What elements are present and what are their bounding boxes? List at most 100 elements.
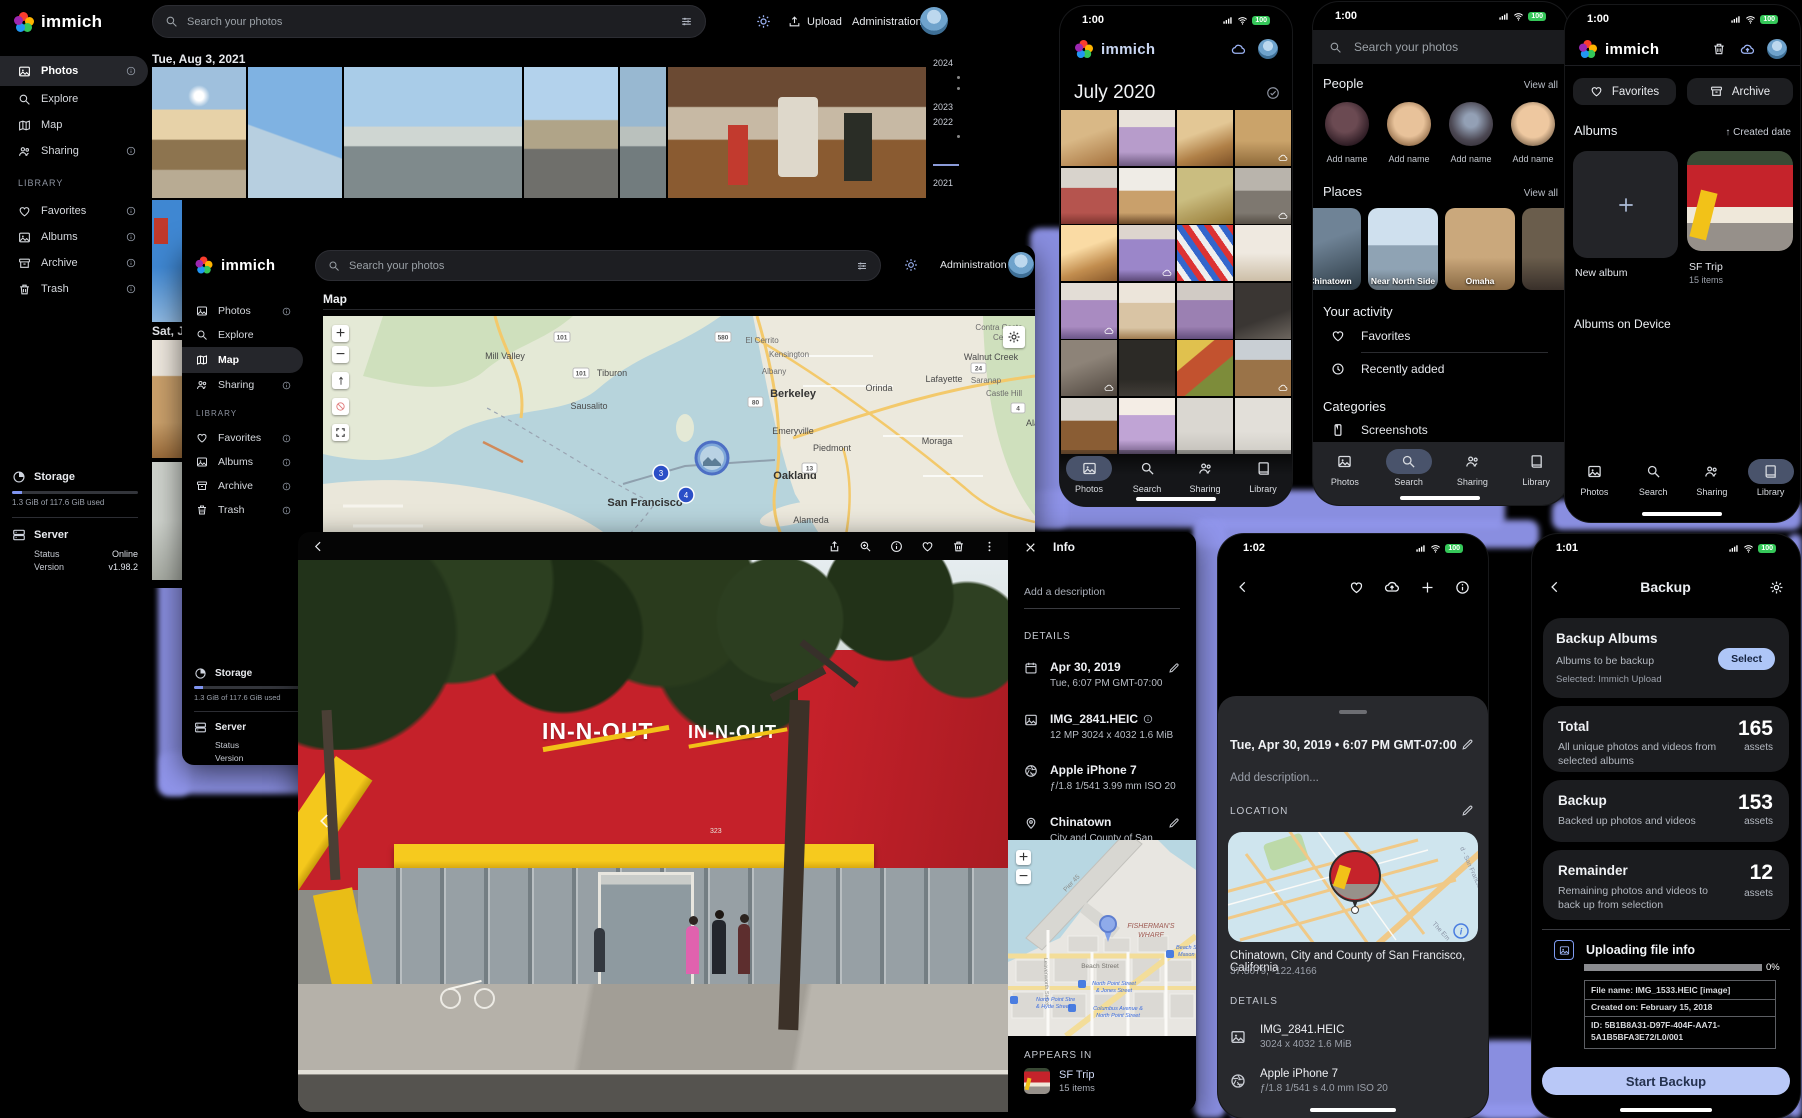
nav-library[interactable]: Library [1235,456,1291,494]
person-face[interactable]: Add name [1449,102,1493,164]
close-icon[interactable] [1024,541,1037,554]
sidebar-item-albums[interactable]: Albums [0,224,148,250]
nav-sharing[interactable]: Sharing [1684,459,1740,497]
nav-search[interactable]: Search [1625,459,1681,497]
sidebar-item-explore[interactable]: Explore [0,86,148,112]
info-icon[interactable] [282,307,291,316]
phone-search-input[interactable]: Search your photos [1313,30,1568,64]
sidebar-item-albums[interactable]: Albums [182,450,303,474]
place-card[interactable] [1522,208,1568,290]
description-input[interactable]: Add a description [1024,586,1180,598]
favorites-button[interactable]: Favorites [1573,78,1676,105]
info-icon[interactable] [282,458,291,467]
cloud-upload-icon[interactable] [1384,579,1400,595]
info-minimap[interactable]: Pier 45 FISHERMAN'S WHARF Beach Street L… [1008,840,1196,1036]
administration-link[interactable]: Administration [852,16,922,28]
map-clear-filter-button[interactable] [332,398,349,415]
w2-search-input[interactable]: Search your photos [315,250,881,281]
w1-search-input[interactable]: Search your photos [152,5,706,38]
sidebar-item-favorites[interactable]: Favorites [182,426,303,450]
sidebar-item-sharing[interactable]: Sharing [182,373,303,397]
photo-tile[interactable] [1119,168,1175,224]
favorite-heart-icon[interactable] [1349,580,1364,595]
administration-link[interactable]: Administration [940,259,1007,271]
detail-row-date[interactable]: Apr 30, 2019Tue, 6:07 PM GMT-07:00 [1024,660,1180,692]
info-icon[interactable] [282,482,291,491]
photo-tile[interactable] [1119,340,1175,396]
places-view-all[interactable]: View all [1524,188,1558,199]
favorite-heart-icon[interactable] [921,540,934,553]
start-backup-button[interactable]: Start Backup [1542,1067,1790,1095]
info-icon[interactable] [126,232,136,242]
photo-thumbnail[interactable] [248,67,342,198]
activity-recent[interactable]: Recently added [1331,362,1444,376]
user-avatar[interactable] [1767,39,1787,59]
immich-logo[interactable]: immich [14,12,102,32]
user-avatar[interactable] [1008,252,1034,278]
photo-tile[interactable] [1061,398,1117,454]
photo-thumbnail[interactable] [152,462,182,580]
photo-tile[interactable] [1235,398,1291,454]
info-icon[interactable] [890,540,903,553]
photo-thumbnail[interactable] [152,200,182,322]
photo-tile[interactable] [1061,340,1117,396]
theme-toggle-icon[interactable] [904,258,918,272]
person-face[interactable]: Add name [1387,102,1431,164]
sidebar-item-photos[interactable]: Photos [182,299,303,323]
search-filter-icon[interactable] [680,15,693,28]
photo-tile[interactable] [1177,225,1233,281]
photo-tile[interactable] [1061,168,1117,224]
photo-tile[interactable] [1177,168,1233,224]
activity-favorites[interactable]: Favorites [1331,329,1410,343]
delete-icon[interactable] [952,540,965,553]
map-settings-gear-icon[interactable] [1003,326,1025,348]
back-icon[interactable] [1548,580,1562,594]
nav-photos[interactable]: Photos [1566,459,1622,497]
trash-icon[interactable] [1712,42,1726,56]
nav-photos[interactable]: Photos [1317,449,1373,487]
album-link-row[interactable]: SF Trip 15 items [1024,1068,1095,1094]
archive-button[interactable]: Archive [1687,78,1793,105]
user-avatar[interactable] [920,7,948,35]
nav-search[interactable]: Search [1119,456,1175,494]
person-face[interactable]: Add name [1325,102,1369,164]
map-cluster-marker[interactable]: 3 [653,465,669,481]
album-card-sf-trip[interactable] [1687,151,1793,251]
photo-tile[interactable] [1119,110,1175,166]
more-options-icon[interactable] [983,540,996,553]
zoom-in-icon[interactable] [859,540,872,553]
sidebar-item-sharing[interactable]: Sharing [0,138,148,164]
edit-pencil-icon[interactable] [1168,817,1180,829]
info-icon[interactable] [126,258,136,268]
sheet-drag-handle[interactable] [1339,710,1367,714]
albums-sort-button[interactable]: ↑ Created date [1725,127,1791,138]
upload-button[interactable]: Upload [788,15,842,28]
new-album-card[interactable] [1573,151,1678,258]
select-button[interactable]: Select [1718,648,1775,670]
nav-library[interactable]: Library [1508,449,1564,487]
cloud-sync-icon[interactable] [1231,42,1246,57]
people-view-all[interactable]: View all [1524,80,1558,91]
detail-row-file[interactable]: IMG_2841.HEIC 12 MP 3024 x 4032 1.6 MiB [1024,712,1180,744]
place-card[interactable]: Omaha [1445,208,1515,290]
place-card[interactable]: Chinatown [1313,208,1361,290]
theme-toggle-icon[interactable] [756,14,771,29]
sidebar-item-map[interactable]: Map [0,112,148,138]
immich-logo[interactable]: immich [194,255,275,275]
photo-tile[interactable] [1119,225,1175,281]
info-icon[interactable] [126,66,136,76]
back-icon[interactable] [312,540,325,553]
map-photo-marker[interactable] [696,442,728,474]
photo-tile[interactable] [1061,110,1117,166]
map-locate-button[interactable] [332,372,349,389]
nav-sharing[interactable]: Sharing [1177,456,1233,494]
cloud-upload-icon[interactable] [1740,42,1755,57]
nav-library[interactable]: Library [1743,459,1799,497]
map-fullscreen-button[interactable] [332,424,349,441]
photo-thumbnail[interactable] [344,67,522,198]
edit-pencil-icon[interactable] [1461,738,1474,751]
prev-photo-arrow[interactable] [316,812,334,830]
photo-tile[interactable] [1177,110,1233,166]
search-filter-icon[interactable] [856,260,868,272]
photo-tile[interactable] [1061,283,1117,339]
